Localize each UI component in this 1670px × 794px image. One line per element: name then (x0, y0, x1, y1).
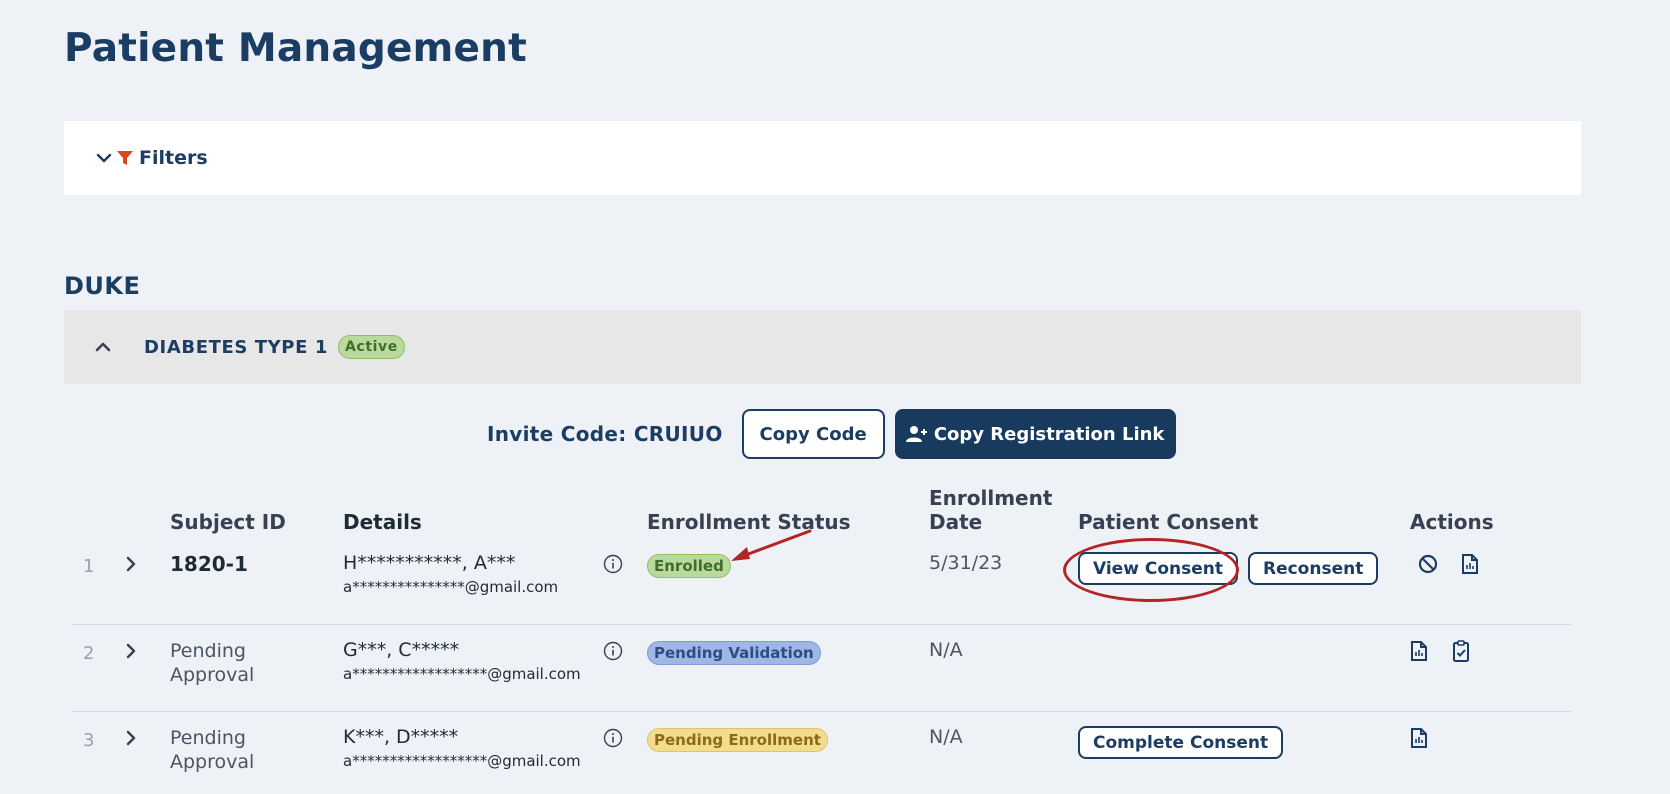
copy-registration-link-button[interactable]: Copy Registration Link (894, 409, 1176, 459)
info-icon[interactable] (603, 728, 623, 748)
chevron-up-icon[interactable] (92, 336, 114, 358)
info-icon[interactable] (603, 641, 623, 661)
enrollment-date: N/A (929, 639, 963, 661)
header-details: Details (343, 510, 422, 534)
chevron-down-icon (96, 153, 112, 163)
subject-id-line2: Approval (170, 664, 255, 686)
annotation-arrow (731, 529, 812, 561)
study-status-badge: Active (337, 335, 405, 359)
document-icon[interactable] (1408, 639, 1430, 663)
filters-panel[interactable]: Filters (64, 121, 1581, 195)
subject-id: 1820-1 (170, 552, 248, 576)
chevron-right-icon[interactable] (122, 641, 140, 661)
row-number: 2 (83, 643, 95, 664)
consent-actions: View Consent Reconsent (1078, 552, 1379, 585)
patient-email: a******************@gmail.com (343, 752, 581, 770)
filter-icon (117, 151, 133, 165)
subject-id: Pending Approval (170, 639, 254, 687)
subject-id-line1: Pending (170, 727, 246, 749)
clipboard-check-icon[interactable] (1450, 639, 1472, 663)
row-actions (1408, 726, 1430, 750)
row-number: 1 (83, 556, 95, 577)
study-header[interactable]: DIABETES TYPE 1 Active (64, 310, 1581, 384)
document-icon[interactable] (1408, 726, 1430, 750)
table-row: 2 Pending Approval G***, C***** a*******… (72, 625, 1572, 712)
status-badge: Pending Enrollment (647, 728, 828, 752)
info-icon[interactable] (603, 554, 623, 574)
consent-actions: Complete Consent (1078, 726, 1284, 759)
table-row: 3 Pending Approval K***, D***** a*******… (72, 712, 1572, 794)
table-row: 1 1820-1 H***********, A*** a***********… (72, 538, 1572, 625)
site-title: DUKE (64, 272, 141, 300)
header-enrollment-date: Enrollment Date (929, 486, 1052, 534)
subject-id-line2: Approval (170, 751, 255, 773)
copy-registration-link-label: Copy Registration Link (933, 423, 1165, 445)
subject-id-line1: Pending (170, 640, 246, 662)
reconsent-button[interactable]: Reconsent (1247, 552, 1379, 585)
document-icon[interactable] (1459, 552, 1481, 576)
patient-email: a***************@gmail.com (343, 578, 559, 596)
header-actions: Actions (1410, 510, 1494, 534)
block-icon[interactable] (1417, 552, 1439, 576)
chevron-right-icon[interactable] (122, 728, 140, 748)
header-enrollment-date-line2: Date (929, 510, 983, 534)
enrollment-date: 5/31/23 (929, 552, 1003, 574)
invite-row: Invite Code: CRUIUO Copy Code Copy Regis… (487, 409, 1176, 459)
copy-code-button[interactable]: Copy Code (741, 409, 885, 459)
view-consent-button[interactable]: View Consent (1078, 552, 1238, 585)
patient-name: K***, D***** (343, 726, 459, 748)
header-subject-id: Subject ID (170, 510, 286, 534)
enrollment-date: N/A (929, 726, 963, 748)
row-actions (1408, 639, 1472, 663)
chevron-right-icon[interactable] (122, 554, 140, 574)
patient-name: G***, C***** (343, 639, 460, 661)
status-badge: Enrolled (647, 554, 731, 578)
status-badge: Pending Validation (647, 641, 821, 665)
subject-id: Pending Approval (170, 726, 254, 774)
row-actions (1417, 552, 1481, 576)
invite-code-label: Invite Code: CRUIUO (487, 422, 723, 446)
study-name: DIABETES TYPE 1 (144, 336, 328, 358)
patient-name: H***********, A*** (343, 552, 516, 574)
header-enrollment-date-line1: Enrollment (929, 486, 1053, 510)
header-patient-consent: Patient Consent (1078, 510, 1259, 534)
row-number: 3 (83, 730, 95, 751)
patient-email: a******************@gmail.com (343, 665, 581, 683)
complete-consent-button[interactable]: Complete Consent (1078, 726, 1284, 759)
add-user-icon (905, 426, 927, 442)
page-title: Patient Management (64, 26, 527, 71)
filters-label: Filters (139, 147, 208, 169)
